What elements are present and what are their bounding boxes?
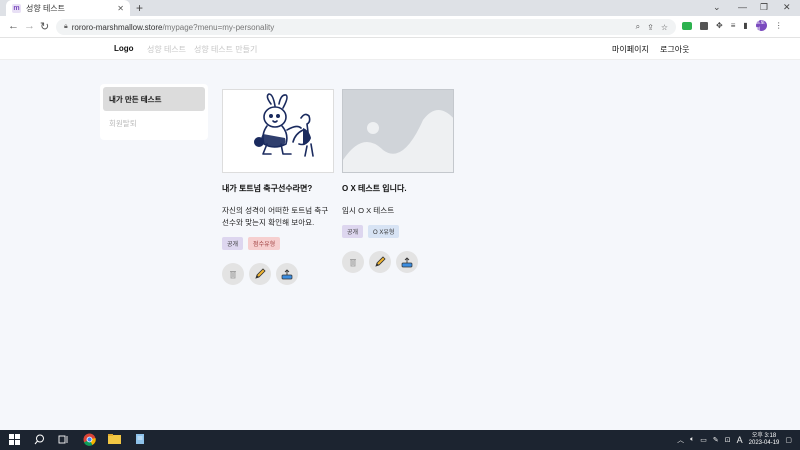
close-window-icon[interactable]: ✕ (783, 2, 791, 13)
minimize-icon[interactable]: — (738, 2, 747, 12)
tag-public: 공개 (222, 237, 244, 250)
tag-public: 공개 (342, 225, 364, 238)
test-card: 내가 토트넘 축구선수라면? 자신의 성격이 어떠한 토트넘 축구선수와 맞는지… (222, 89, 334, 285)
rabbit-football-illustration (254, 93, 314, 157)
test-thumbnail-placeholder[interactable] (342, 89, 454, 173)
side-panel-icon[interactable]: ▮ (743, 21, 747, 30)
tray-chevron-up-icon[interactable]: ︿ (677, 435, 684, 445)
share-button[interactable] (396, 251, 418, 273)
windows-taskbar: ︿ 🔈︎ ▭ ✎ ⊡ A 오후 3:18 2023-04-19 ▢ (0, 430, 800, 450)
trash-icon (350, 259, 356, 267)
mypage-sidebar: 내가 만든 테스트 회원탈퇴 (100, 84, 208, 140)
site-favicon: m (12, 3, 21, 13)
reload-icon[interactable]: ↻ (40, 20, 49, 33)
bookmark-star-icon[interactable]: ☆ (661, 23, 668, 32)
back-icon[interactable]: ← (8, 20, 19, 32)
pen-icon[interactable]: ✎ (713, 436, 719, 444)
sidebar-item-my-tests[interactable]: 내가 만든 테스트 (103, 87, 205, 111)
url-path: /mypage?menu=my-personality (162, 22, 275, 32)
reading-list-icon[interactable]: ≡ (731, 21, 736, 30)
tag-score-type: 점수유형 (248, 237, 281, 250)
test-card-title[interactable]: O X 테스트 입니다. (342, 183, 454, 194)
network-icon[interactable]: ⊡ (725, 436, 731, 444)
notepad-icon[interactable] (134, 433, 146, 445)
browser-toolbar: ← → ↻ 🔒︎ rororo-marshmallow.store/mypage… (0, 16, 800, 38)
test-card-description: 자신의 성격이 어떠한 토트넘 축구선수와 맞는지 확인해 보아요. (222, 206, 329, 227)
upload-tray-icon (281, 269, 293, 280)
nav-mypage[interactable]: 마이페이지 (612, 44, 649, 55)
image-placeholder-icon (343, 110, 453, 172)
logout-button[interactable]: 로그아웃 (660, 44, 689, 55)
extensions-puzzle-icon[interactable]: ✥ (716, 21, 723, 30)
upload-tray-icon (401, 257, 413, 268)
site-header: Logo 성향 테스트 성향 테스트 만들기 마이페이지 로그아웃 (0, 38, 800, 60)
lock-icon: 🔒︎ (64, 23, 68, 30)
test-card-description: 임시 O X 테스트 (342, 206, 395, 215)
menu-kebab-icon[interactable]: ⋮ (775, 21, 783, 30)
profile-avatar[interactable]: 프로필 (755, 20, 767, 33)
clock-date: 2023-04-19 (748, 440, 780, 446)
test-card-title[interactable]: 내가 토트넘 축구선수라면? (222, 183, 334, 194)
pencil-icon (375, 256, 386, 267)
tab-search-icon[interactable]: ⌄ (713, 2, 721, 13)
maximize-icon[interactable]: ❐ (760, 2, 768, 13)
sidebar-item-withdraw[interactable]: 회원탈퇴 (103, 111, 205, 135)
extension-dark-icon[interactable] (700, 21, 708, 30)
tab-title: 성향 테스트 (26, 3, 66, 13)
nav-create-test[interactable]: 성향 테스트 만들기 (194, 44, 257, 55)
address-bar[interactable]: 🔒︎ rororo-marshmallow.store/mypage?menu=… (56, 19, 676, 35)
new-tab-icon[interactable]: + (136, 1, 143, 15)
extension-green-icon[interactable] (682, 21, 692, 30)
nav-personality-test[interactable]: 성향 테스트 (147, 44, 186, 55)
chrome-taskbar-icon[interactable] (83, 433, 96, 446)
speaker-icon[interactable]: 🔈︎ (690, 436, 694, 444)
test-thumbnail[interactable] (222, 89, 334, 173)
tag-ox-type: O X유형 (368, 225, 400, 238)
share-icon[interactable]: ⇪ (647, 23, 654, 32)
battery-icon[interactable]: ▭ (700, 436, 707, 444)
edit-button[interactable] (369, 251, 391, 273)
trash-icon (230, 271, 236, 279)
notification-icon[interactable]: ▢ (785, 436, 792, 444)
clock-time: 오후 3:18 (751, 433, 777, 439)
ime-indicator[interactable]: A (737, 435, 743, 445)
delete-button[interactable] (222, 263, 244, 285)
delete-button[interactable] (342, 251, 364, 273)
tab-close-icon[interactable]: ✕ (117, 4, 124, 13)
task-view-icon[interactable] (58, 434, 69, 445)
zoom-icon[interactable]: ⌕ (636, 22, 640, 32)
edit-button[interactable] (249, 263, 271, 285)
browser-tab[interactable]: m 성향 테스트 ✕ (6, 0, 130, 16)
taskbar-clock[interactable]: 오후 3:18 2023-04-19 (749, 433, 780, 447)
test-card: O X 테스트 입니다. 임시 O X 테스트 공개 O X유형 (342, 89, 454, 273)
url-host: rororo-marshmallow.store (71, 22, 163, 32)
pencil-icon (255, 268, 266, 279)
file-explorer-icon[interactable] (108, 433, 121, 445)
windows-start-icon[interactable] (9, 434, 20, 445)
browser-tabstrip: m 성향 테스트 ✕ + ⌄ — ❐ ✕ (0, 0, 800, 16)
site-logo[interactable]: Logo (114, 44, 134, 53)
share-button[interactable] (276, 263, 298, 285)
forward-icon[interactable]: → (24, 20, 35, 32)
search-icon[interactable] (34, 434, 45, 445)
